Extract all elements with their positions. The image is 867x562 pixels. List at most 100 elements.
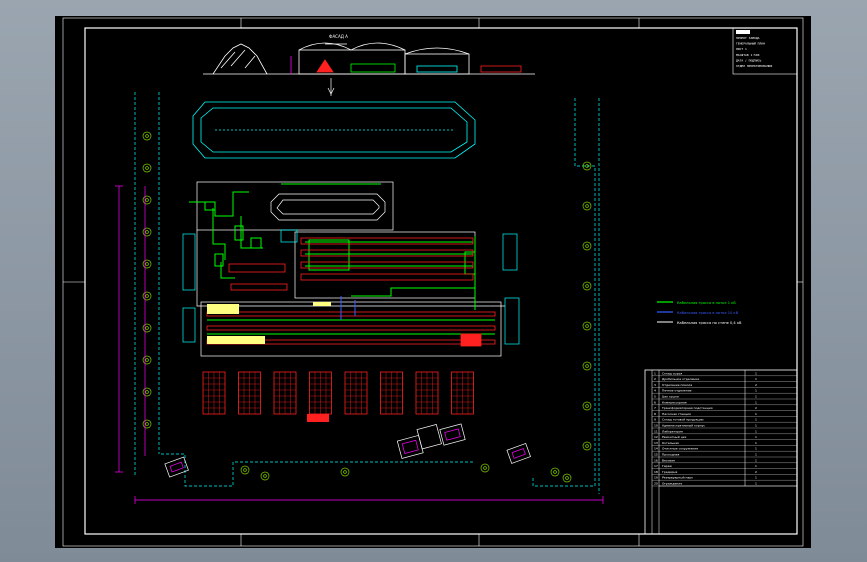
schedule-row-qty: 1 [755,400,757,404]
tree-symbol [142,323,152,333]
schedule-row-name: Очистные сооружения [662,447,698,451]
tree-symbol [142,355,152,365]
yellow-stockpiles [207,302,331,344]
schedule-row-number: 12 [654,435,658,439]
schedule-row: 11 Лаборатория 1 [652,429,797,434]
schedule-row-qty: 2 [755,406,757,410]
title-block-line: МАСШТАБ 1:500 [736,53,760,57]
drawing-sheet: ПРОЕКТ ЗАВОДА ГЕНЕРАЛЬНЫЙ ПЛАН ЛИСТ 1 МАСШТ… [55,16,811,548]
inner-frame [84,27,798,535]
schedule-row: 20 Ограждение 1 [652,482,797,487]
tree-symbol [582,361,592,371]
schedule-row-number: 6 [654,400,656,404]
schedule-row-qty: 1 [755,453,757,457]
schedule-row-name: Проходная [662,453,679,457]
schedule-row: 8 Насосная станция 1 [652,412,797,417]
schedule-row-number: 11 [654,429,658,433]
schedule-row-name: Склад готовой продукции [662,418,704,422]
storage-block [344,371,368,415]
drawing-canvas: ПРОЕКТ ЗАВОДАГЕНЕРАЛЬНЫЙ ПЛАНЛИСТ 1 МАСШТ… [62,17,804,547]
schedule-row-qty: 1 [755,464,757,468]
schedule-row-qty: 1 [755,389,757,393]
schedule-row-qty: 1 [755,395,757,399]
schedule-row-name: Градирня [662,470,677,474]
schedule-row-name: Трансформаторная подстанция [661,406,713,410]
storage-block [451,371,474,415]
schedule-row: 10 Административный корпус 1 [652,424,797,429]
storage-annex [307,414,329,422]
schedule-row: 2 Дробильное отделение 1 [652,377,797,382]
schedule-row-qty: 1 [755,371,757,375]
schedule-row-qty: 1 [755,429,757,433]
schedule-row-number: 5 [654,395,656,399]
title-block-line: ГЕНЕРАЛЬНЫЙ ПЛАН [736,41,765,46]
schedule-row-number: 16 [654,458,658,462]
frame-ticks [63,18,803,546]
tree-symbol [582,401,592,411]
schedule-row: 12 Ремонтный цех 1 [652,435,797,440]
schedule-row-qty: 1 [755,418,757,422]
schedule-row: 7 Трансформаторная подстанция 2 [652,406,797,411]
schedule-row-name: Лаборатория [662,429,683,433]
schedule-row-name: Склад сырья [662,371,682,375]
schedule-row-name: Резервуарный парк [662,476,693,480]
schedule-row-qty: 1 [755,441,757,445]
title-block-line: ОТДЕЛ ПРОЕКТИРОВАНИЯ [736,64,772,68]
tree-symbol [142,387,152,397]
schedule-row-name: Гараж [662,464,672,468]
equipment-unit [464,251,476,275]
schedule-row-name: Ограждение [662,482,682,486]
aux-racetrack [270,193,386,221]
outer-frame [62,17,804,547]
storage-yard [202,371,474,415]
elevation-view [203,42,535,75]
schedule-row-qty: 1 [755,447,757,451]
tree-symbol [582,321,592,331]
legend-label-10kv: Кабельная трасса в лотке 10 кВ [677,311,739,315]
schedule-row: 9 Склад готовой продукции 1 [652,418,797,423]
cad-viewport[interactable]: ПРОЕКТ ЗАВОДА ГЕНЕРАЛЬНЫЙ ПЛАН ЛИСТ 1 МАСШТ… [0,0,867,562]
equipment-schedule: 1 Склад сырья 12 Дробильное отделение 13 Отде… [644,369,798,535]
schedule-row-name: Компрессорная [662,400,687,404]
schedule-row-qty: 1 [755,482,757,486]
storage-block [380,371,403,415]
tree-symbol [142,195,152,205]
elevation-label: ФАСАД А [329,34,348,39]
storage-block [309,371,332,415]
schedule-row-name: Цех сушки [662,395,679,399]
storage-block [238,371,261,415]
tree-symbol [240,465,250,475]
schedule-row-name: Отделение помола [662,383,692,387]
storage-block [415,371,439,415]
schedule-row: 17 Гараж 1 [652,464,797,469]
title-block-line: ПРОЕКТ ЗАВОДА [736,36,760,40]
schedule-row-name: Дробильное отделение [662,377,699,381]
equipment-unit [250,237,262,249]
legend-label-1kv: Кабельная трасса в лотке 1 кВ [677,301,736,305]
tree-symbol [550,467,560,477]
schedule-row-qty: 1 [755,435,757,439]
schedule-row: 16 Весовая 1 [652,458,797,463]
process-line [240,216,263,249]
section-marker [327,78,335,96]
tree-symbol [562,473,572,483]
schedule-row-number: 1 [654,371,656,375]
schedule-row: 19 Резервуарный парк 1 [652,476,797,481]
tree-symbol [582,201,592,211]
schedule-row-qty: 1 [755,424,757,428]
schedule-row-qty: 1 [755,377,757,381]
equipment-unit [234,225,244,241]
tree-symbol [480,463,490,473]
schedule-row-qty: 2 [755,470,757,474]
schedule-row: 1 Склад сырья 1 [652,371,797,376]
equipment-unit [214,253,224,267]
schedule-row-name: Котельная [662,441,679,445]
schedule-row-qty: 1 [755,458,757,462]
title-block-line: ЛИСТ 1 [736,47,747,51]
process-line [189,191,249,217]
schedule-row-number: 13 [654,441,658,445]
schedule-row-number: 7 [654,406,656,410]
schedule-row: 3 Отделение помола 2 [652,383,797,388]
tree-symbol [142,419,152,429]
schedule-row: 14 Очистные сооружения 1 [652,447,797,452]
